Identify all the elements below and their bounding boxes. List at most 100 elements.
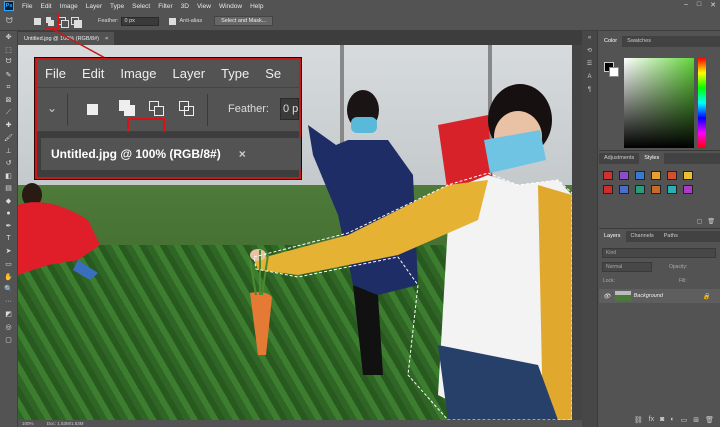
callout-divider [67,94,68,126]
visibility-eye-icon[interactable]: 👁 [603,293,611,300]
style-preset[interactable] [619,171,629,180]
new-layer-icon[interactable]: ⊞ [693,416,699,427]
intersect-selection-icon[interactable] [71,16,82,28]
marquee-tool-icon[interactable]: ⬚ [0,44,17,57]
menu-3d[interactable]: 3D [177,3,193,10]
type-tool-icon[interactable]: T [0,233,17,246]
style-preset[interactable] [651,185,661,194]
delete-layer-icon[interactable]: 🗑 [705,416,714,427]
dodge-tool-icon[interactable]: ● [0,207,17,220]
menu-filter[interactable]: Filter [154,3,176,10]
adjustment-layer-icon[interactable]: ◐ [670,416,674,427]
layers-panel-tabs: Layers Channels Paths [599,231,720,242]
style-preset[interactable] [603,171,613,180]
antialias-checkbox[interactable] [169,17,177,25]
pen-tool-icon[interactable]: ✒ [0,220,17,233]
style-preset[interactable] [619,185,629,194]
new-style-icon[interactable]: ▢ [697,218,703,225]
close-button[interactable]: ✕ [710,1,716,9]
window-controls: – □ ✕ [684,1,716,9]
color-swatches-icon[interactable]: ◩ [0,308,17,321]
new-group-icon[interactable]: ▭ [681,416,688,427]
callout-feather-input: 0 px [280,98,299,120]
menu-window[interactable]: Window [215,3,246,10]
fx-icon[interactable]: fx [649,416,654,427]
style-preset[interactable] [667,171,677,180]
menu-type[interactable]: Type [106,3,128,10]
delete-style-icon[interactable]: 🗑 [707,218,715,225]
shape-tool-icon[interactable]: ▭ [0,258,17,271]
hue-slider[interactable] [698,58,706,148]
callout-menu-type: Type [221,66,250,81]
feather-input[interactable]: 0 px [121,16,160,26]
hand-tool-icon[interactable]: ✋ [0,270,17,283]
blur-tool-icon[interactable]: ◆ [0,195,17,208]
menu-image[interactable]: Image [56,3,82,10]
tab-layers[interactable]: Layers [599,231,626,242]
quick-mask-icon[interactable]: ◎ [0,321,17,334]
layer-filter-kind[interactable]: Kind [602,248,716,258]
tab-swatches[interactable]: Swatches [622,36,656,47]
stamp-tool-icon[interactable]: ⊥ [0,144,17,157]
menu-help[interactable]: Help [246,3,267,10]
menu-view[interactable]: View [193,3,215,10]
minimize-button[interactable]: – [684,1,688,9]
document-close-icon[interactable]: × [105,36,108,42]
status-zoom[interactable]: 100% [22,421,34,426]
layer-row-background[interactable]: 👁 Background 🔒 [599,289,720,303]
document-tab[interactable]: Untitled.jpg @ 100% (RGB/8#) × [18,32,115,45]
expand-panels-icon[interactable]: « [582,31,597,44]
lasso-tool-icon[interactable]: ᗢ [6,16,20,26]
tab-color[interactable]: Color [599,36,623,47]
healing-tool-icon[interactable]: ✚ [0,119,17,132]
brush-tool-icon[interactable]: 🖌 [0,132,17,145]
lasso-tool-icon[interactable]: ᗢ [0,56,17,69]
history-brush-icon[interactable]: ↺ [0,157,17,170]
menu-file[interactable]: File [18,3,36,10]
menu-layer[interactable]: Layer [82,3,106,10]
background-color-swatch[interactable] [609,67,619,77]
gradient-tool-icon[interactable]: ▤ [0,182,17,195]
history-panel-icon[interactable]: ⟲ [582,44,597,57]
style-preset[interactable] [603,185,613,194]
color-picker-field[interactable] [624,58,694,148]
eyedropper-tool-icon[interactable]: ⟋ [0,107,17,120]
subtract-from-selection-icon[interactable] [58,16,69,28]
blend-mode-select[interactable]: Normal [602,262,652,272]
style-preset[interactable] [635,185,645,194]
more-tools-icon[interactable]: ··· [0,295,17,308]
add-mask-icon[interactable]: ◙ [660,416,664,427]
select-and-mask-button[interactable]: Select and Mask... [214,16,274,26]
paragraph-panel-icon[interactable]: ¶ [582,83,597,96]
menu-select[interactable]: Select [128,3,154,10]
tab-adjustments[interactable]: Adjustments [599,153,639,164]
link-layers-icon[interactable]: ⛓ [634,416,643,427]
style-preset[interactable] [667,185,677,194]
quick-select-tool-icon[interactable]: ✎ [0,69,17,82]
properties-panel-icon[interactable]: ☰ [582,57,597,70]
style-preset[interactable] [683,185,693,194]
callout-feather-label: Feather: [228,103,269,115]
screen-mode-icon[interactable]: ▢ [0,333,17,346]
eraser-tool-icon[interactable]: ◧ [0,170,17,183]
path-select-tool-icon[interactable]: ➤ [0,245,17,258]
frame-tool-icon[interactable]: ⊠ [0,94,17,107]
crop-tool-icon[interactable]: ⌗ [0,81,17,94]
styles-panel: Adjustments Styles ▢ 🗑 [599,153,720,229]
zoom-tool-icon[interactable]: 🔍 [0,283,17,296]
move-tool-icon[interactable]: ✥ [0,31,17,44]
tab-channels[interactable]: Channels [626,231,659,242]
style-preset[interactable] [651,171,661,180]
style-preset[interactable] [635,171,645,180]
character-panel-icon[interactable]: A [582,70,597,83]
canvas-vertical-scrollbar[interactable] [572,45,582,420]
style-preset[interactable] [683,171,693,180]
color-panel: Color Swatches [599,36,720,151]
color-panel-tabs: Color Swatches [599,36,720,47]
highlight-box-small [45,13,59,29]
maximize-button[interactable]: □ [697,1,701,9]
tab-paths[interactable]: Paths [659,231,683,242]
tab-styles[interactable]: Styles [639,153,665,164]
new-selection-icon[interactable] [34,17,41,25]
menu-edit[interactable]: Edit [36,3,55,10]
